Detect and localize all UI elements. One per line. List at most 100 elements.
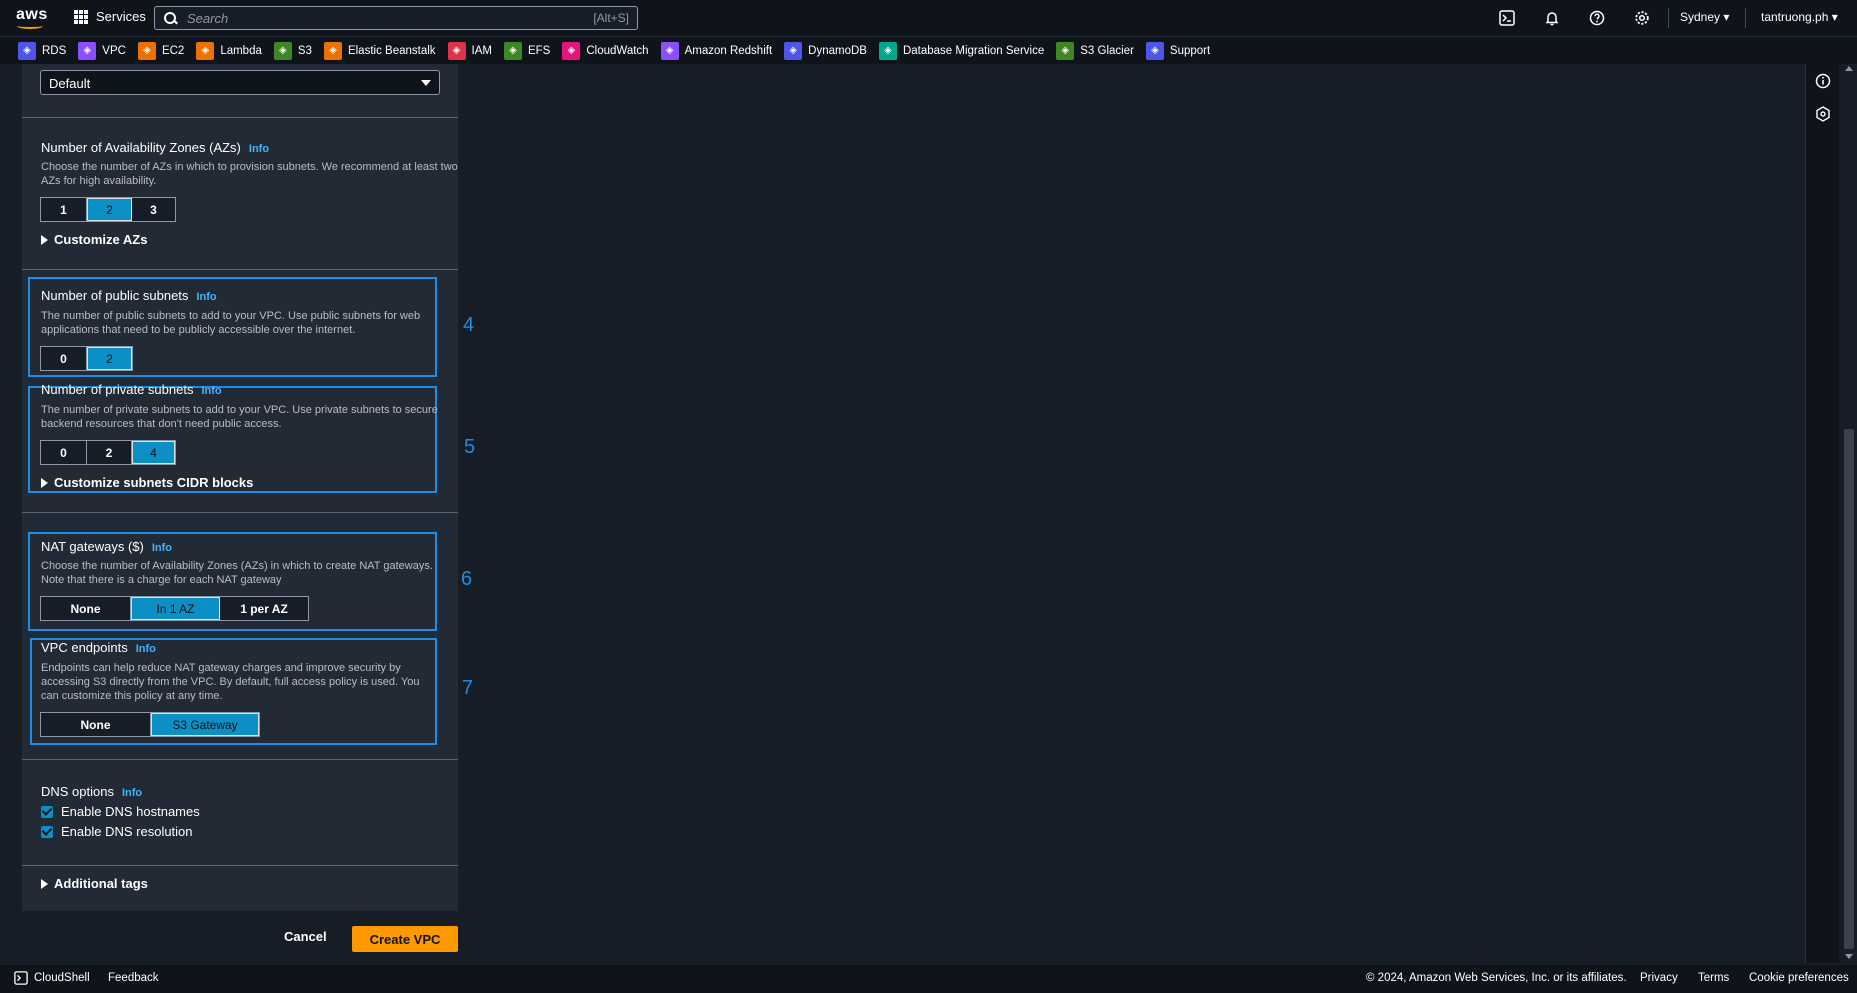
private-subnets-label: Number of private subnets Info — [41, 382, 222, 397]
public-subnets-label-text: Number of public subnets — [41, 288, 189, 303]
terminal-icon — [14, 971, 28, 985]
feedback-link[interactable]: Feedback — [108, 972, 159, 984]
private-subnets-option-0[interactable]: 0 — [41, 441, 87, 464]
cookie-preferences-link[interactable]: Cookie preferences — [1749, 972, 1849, 984]
favorite-s3[interactable]: ◈ S3 — [273, 41, 312, 60]
favorite-efs[interactable]: ◈ EFS — [503, 41, 550, 60]
step-number-6: 6 — [461, 568, 473, 590]
vpc-endpoints-label: VPC endpoints Info — [41, 640, 156, 655]
notifications-bell-icon[interactable] — [1543, 9, 1561, 27]
favorite-ec2[interactable]: ◈ EC2 — [137, 41, 184, 60]
chevron-down-icon: ▾ — [1723, 10, 1730, 24]
private-subnets-segmented-control: 0 2 4 — [40, 440, 176, 465]
endpoints-option-s3-gateway[interactable]: S3 Gateway — [151, 713, 259, 736]
favorite-cloudwatch[interactable]: ◈ CloudWatch — [562, 41, 649, 60]
azs-option-1[interactable]: 1 — [41, 198, 87, 221]
favorite-lambda[interactable]: ◈ Lambda — [196, 41, 262, 60]
favorite-label: Elastic Beanstalk — [347, 44, 436, 57]
private-subnets-option-2[interactable]: 2 — [87, 441, 132, 464]
favorite-amazon-redshift[interactable]: ◈ Amazon Redshift — [660, 41, 772, 60]
favorite-elastic-beanstalk[interactable]: ◈ Elastic Beanstalk — [323, 41, 436, 60]
help-icon[interactable] — [1588, 9, 1606, 27]
favorite-support[interactable]: ◈ Support — [1145, 41, 1210, 60]
cancel-button[interactable]: Cancel — [284, 929, 327, 944]
step-number-7: 7 — [462, 677, 474, 699]
services-menu-button[interactable]: Services — [74, 9, 146, 24]
private-subnets-option-4[interactable]: 4 — [132, 441, 175, 464]
account-menu[interactable]: tantruong.ph ▾ — [1761, 10, 1838, 24]
additional-tags-expander[interactable]: Additional tags — [41, 876, 148, 891]
caret-right-icon — [41, 878, 48, 889]
vpc-icon: ◈ — [78, 41, 97, 60]
redshift-icon: ◈ — [660, 41, 679, 60]
favorite-s3-glacier[interactable]: ◈ S3 Glacier — [1056, 41, 1134, 60]
checkbox-checked-icon — [41, 825, 53, 838]
cloudshell-footer-button[interactable]: CloudShell — [14, 971, 90, 985]
enable-dns-hostnames-checkbox[interactable]: Enable DNS hostnames — [41, 804, 200, 819]
favorite-database-migration-service[interactable]: ◈ Database Migration Service — [878, 41, 1044, 60]
step-number-5: 5 — [464, 436, 476, 458]
region-label: Sydney — [1680, 10, 1721, 24]
favorite-vpc[interactable]: ◈ VPC — [78, 41, 126, 60]
services-label: Services — [96, 9, 146, 24]
page-scrollbar[interactable] — [1841, 64, 1857, 963]
customize-cidr-label: Customize subnets CIDR blocks — [54, 475, 254, 490]
vpc-settings-panel: Default Number of Availability Zones (AZ… — [22, 64, 458, 911]
azs-info-link[interactable]: Info — [249, 143, 269, 155]
nat-option-in-1-az[interactable]: In 1 AZ — [131, 597, 220, 620]
privacy-link[interactable]: Privacy — [1640, 972, 1678, 984]
create-vpc-button[interactable]: Create VPC — [352, 926, 458, 952]
grid-icon — [74, 9, 88, 24]
nat-gateways-info-link[interactable]: Info — [152, 542, 172, 554]
customize-cidr-expander[interactable]: Customize subnets CIDR blocks — [41, 475, 253, 490]
azs-option-2[interactable]: 2 — [87, 198, 132, 221]
favorites-bar: ◈ RDS ◈ VPC ◈ EC2 ◈ Lambda ◈ S3 ◈ Elastic Beanstalk… — [0, 36, 1857, 64]
dns-options-info-link[interactable]: Info — [122, 787, 142, 799]
nat-option-1-per-az[interactable]: 1 per AZ — [220, 597, 308, 620]
public-subnets-label: Number of public subnets Info — [41, 288, 217, 303]
tenancy-select[interactable]: Default — [40, 70, 440, 95]
feedback-hexagon-icon[interactable] — [1815, 106, 1831, 125]
favorite-label: Lambda — [220, 44, 262, 57]
nat-option-none[interactable]: None — [41, 597, 131, 620]
scrollbar-thumb[interactable] — [1844, 429, 1854, 949]
section-divider — [22, 512, 458, 513]
public-subnets-option-0[interactable]: 0 — [41, 347, 87, 370]
customize-azs-label: Customize AZs — [54, 232, 148, 247]
favorite-dynamodb[interactable]: ◈ DynamoDB — [784, 41, 867, 60]
azs-label: Number of Availability Zones (AZs) Info — [41, 140, 269, 155]
public-subnets-option-2[interactable]: 2 — [87, 347, 132, 370]
scroll-down-arrow-icon[interactable] — [1845, 954, 1853, 959]
favorite-rds[interactable]: ◈ RDS — [18, 41, 66, 60]
cloudwatch-icon: ◈ — [562, 41, 581, 60]
scroll-up-arrow-icon[interactable] — [1845, 66, 1853, 71]
ec2-icon: ◈ — [137, 41, 156, 60]
region-selector[interactable]: Sydney ▾ — [1680, 10, 1729, 24]
public-subnets-info-link[interactable]: Info — [196, 291, 216, 303]
terms-link[interactable]: Terms — [1698, 972, 1729, 984]
enable-dns-resolution-checkbox[interactable]: Enable DNS resolution — [41, 824, 193, 839]
dns-options-label: DNS options Info — [41, 784, 142, 799]
support-icon: ◈ — [1145, 41, 1164, 60]
customize-azs-expander[interactable]: Customize AZs — [41, 232, 147, 247]
cloudshell-label: CloudShell — [34, 972, 90, 984]
lambda-icon: ◈ — [196, 41, 215, 60]
settings-gear-icon[interactable] — [1633, 9, 1651, 27]
aws-logo[interactable]: aws — [16, 6, 48, 29]
favorite-label: S3 — [297, 44, 312, 57]
beanstalk-icon: ◈ — [323, 41, 342, 60]
search-input[interactable] — [187, 10, 594, 26]
azs-option-3[interactable]: 3 — [132, 198, 175, 221]
section-divider — [22, 117, 458, 118]
endpoints-option-none[interactable]: None — [41, 713, 151, 736]
private-subnets-info-link[interactable]: Info — [201, 385, 221, 397]
search-box[interactable]: [Alt+S] — [154, 6, 638, 30]
cloudshell-icon[interactable] — [1498, 9, 1516, 27]
favorite-iam[interactable]: ◈ IAM — [447, 41, 492, 60]
nat-gateways-segmented-control: None In 1 AZ 1 per AZ — [40, 596, 309, 621]
step-number-4: 4 — [463, 314, 475, 336]
dms-icon: ◈ — [878, 41, 897, 60]
dns-resolution-label: Enable DNS resolution — [61, 824, 193, 839]
info-panel-icon[interactable] — [1815, 73, 1831, 92]
vpc-endpoints-info-link[interactable]: Info — [136, 643, 156, 655]
